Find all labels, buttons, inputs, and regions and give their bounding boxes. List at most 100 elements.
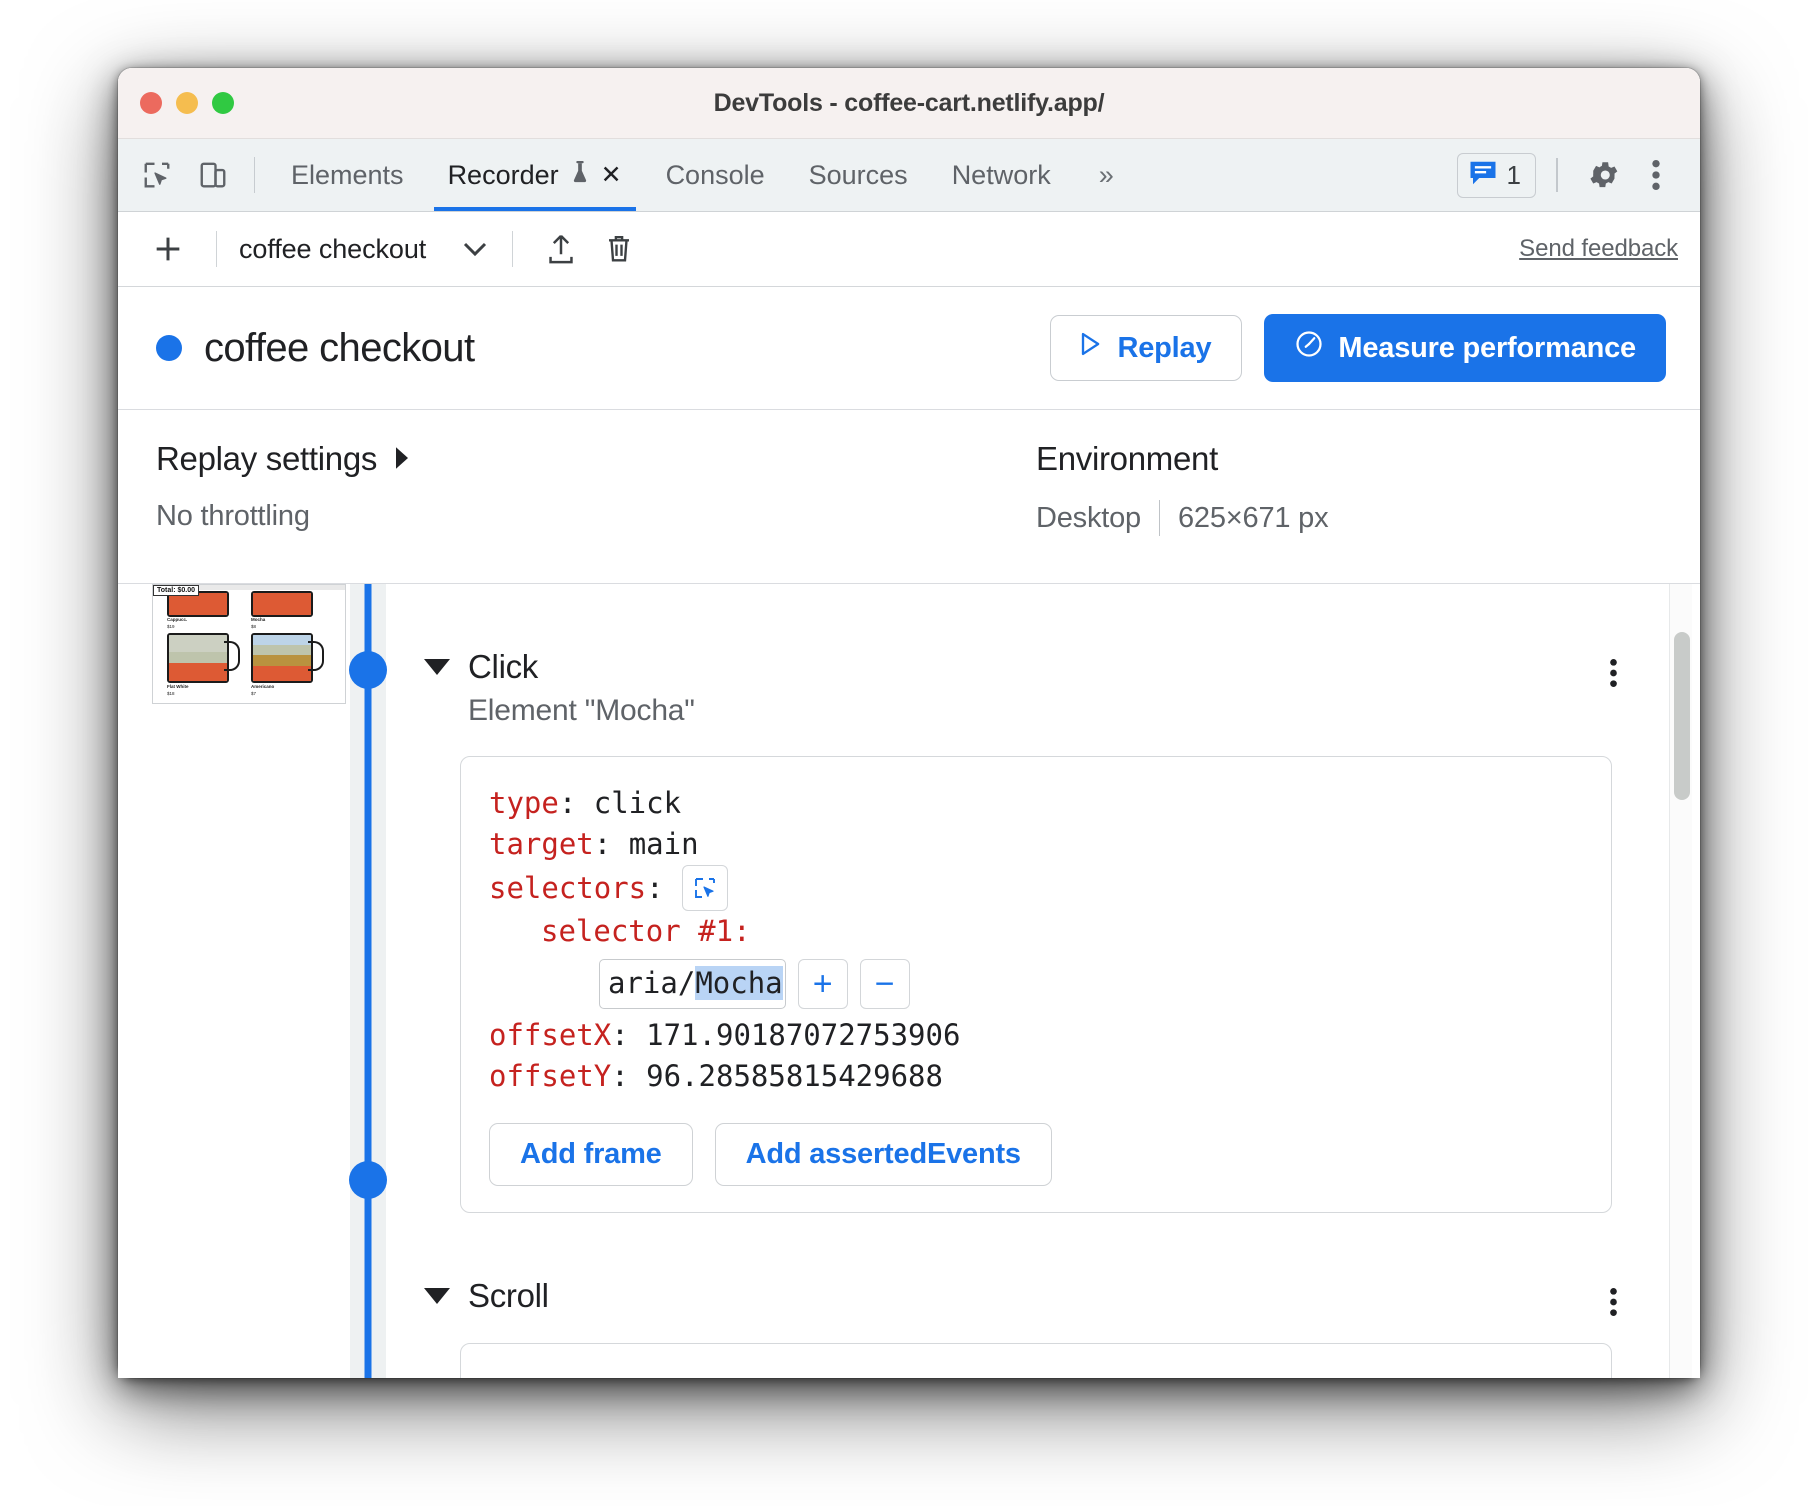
- field-target: target: main: [489, 824, 1581, 865]
- replay-button[interactable]: Replay: [1050, 315, 1243, 381]
- timeline-line: [364, 584, 372, 1378]
- measure-performance-button[interactable]: Measure performance: [1264, 314, 1666, 382]
- add-selector-button[interactable]: +: [797, 958, 848, 1009]
- timeline-node-click[interactable]: [349, 651, 387, 689]
- panel-tabs: Elements Recorder ✕ Console Sources Netw…: [269, 139, 1140, 211]
- total-badge: Total: $0.00: [153, 585, 199, 596]
- devtools-tool-buttons: [134, 139, 248, 211]
- recording-header: coffee checkout Replay Measure performan…: [118, 287, 1700, 410]
- flask-icon: [569, 159, 591, 192]
- recording-actions: Replay Measure performance: [1050, 314, 1666, 382]
- step-details-card: type: click target: main selectors: sele…: [460, 756, 1612, 1213]
- recording-selector-label[interactable]: coffee checkout: [239, 234, 426, 265]
- add-frame-button[interactable]: Add frame: [489, 1122, 693, 1186]
- field-selector-index: selector #1:: [541, 911, 1581, 952]
- step-screenshot-thumbnail[interactable]: Cappucc. $19 Mocha $8 Flat White $18 Ame…: [152, 584, 346, 704]
- toolbar-divider: [1556, 158, 1558, 192]
- field-offsety: offsetY: 96.28585815429688: [489, 1056, 1581, 1097]
- recorder-toolbar: coffee checkout Send feedback: [118, 212, 1700, 287]
- trash-icon[interactable]: [593, 223, 645, 275]
- tab-recorder[interactable]: Recorder ✕: [426, 139, 644, 211]
- field-value[interactable]: main: [629, 824, 699, 865]
- chevron-down-icon[interactable]: [460, 238, 490, 260]
- gear-icon[interactable]: [1578, 149, 1630, 201]
- steps-list: Click Element "Mocha" type: click target…: [386, 584, 1700, 1378]
- field-type: type: click: [489, 783, 1581, 824]
- environment-label: Environment: [1036, 440, 1218, 477]
- selector-index-label: selector #1: [541, 914, 734, 949]
- add-asserted-events-button[interactable]: Add assertedEvents: [714, 1122, 1052, 1186]
- toolbar-divider: [512, 231, 514, 267]
- toolbar-divider: [216, 231, 217, 267]
- kebab-menu-icon[interactable]: [1592, 652, 1634, 694]
- inspect-element-icon[interactable]: [134, 152, 180, 198]
- message-icon: [1468, 159, 1498, 192]
- field-offsetx: offsetX: 171.90187072753906: [489, 1015, 1581, 1056]
- chevron-down-icon[interactable]: [424, 1287, 450, 1304]
- field-key: offsetY: [489, 1058, 612, 1093]
- tab-label: Network: [951, 159, 1051, 190]
- environment-values: Desktop 625×671 px: [1036, 500, 1660, 536]
- field-value[interactable]: 96.28585815429688: [646, 1056, 943, 1097]
- create-recording-button[interactable]: [142, 223, 194, 275]
- tab-sources[interactable]: Sources: [787, 139, 930, 211]
- environment-device: Desktop: [1036, 501, 1141, 534]
- tab-network[interactable]: Network: [930, 139, 1073, 211]
- throttling-value: No throttling: [156, 500, 310, 532]
- environment-viewport: 625×671 px: [1178, 501, 1329, 534]
- recording-title-group: coffee checkout: [156, 325, 475, 371]
- selector-value-input[interactable]: aria/Mocha: [599, 958, 786, 1009]
- settings-row: Replay settings No throttling Environmen…: [118, 410, 1700, 584]
- select-element-icon[interactable]: [681, 865, 728, 912]
- field-key: target: [489, 827, 594, 862]
- selector-highlighted-text: Mocha: [695, 965, 783, 1000]
- tab-label: Console: [665, 159, 765, 190]
- field-key: selectors: [489, 870, 647, 905]
- step-add-buttons: Add frame Add assertedEvents: [489, 1122, 1581, 1186]
- recording-status-dot: [156, 335, 182, 361]
- remove-selector-button[interactable]: −: [859, 958, 910, 1009]
- kebab-menu-icon[interactable]: [1630, 149, 1682, 201]
- tab-label: Recorder: [447, 159, 559, 190]
- field-key: offsetX: [489, 1017, 612, 1052]
- play-triangle-icon: [1077, 330, 1103, 366]
- send-feedback-link[interactable]: Send feedback: [1519, 235, 1678, 263]
- step-header[interactable]: Scroll: [424, 1277, 1652, 1315]
- toolbar-divider: [254, 157, 255, 193]
- close-icon[interactable]: ✕: [601, 162, 622, 188]
- measure-performance-label: Measure performance: [1338, 331, 1636, 364]
- window-titlebar: DevTools - coffee-cart.netlify.app/: [118, 68, 1700, 139]
- steps-scrollbar-thumb[interactable]: [1674, 632, 1690, 800]
- selector-prefix: aria/: [608, 965, 696, 1000]
- step-details-card: [460, 1342, 1612, 1378]
- device-toolbar-icon[interactable]: [190, 152, 236, 198]
- steps-timeline-rail: [349, 584, 387, 1378]
- coffee-cart-preview: Cappucc. $19 Mocha $8 Flat White $18 Ame…: [153, 585, 345, 703]
- tab-elements[interactable]: Elements: [269, 139, 426, 211]
- speedometer-icon: [1294, 329, 1324, 367]
- field-value[interactable]: 171.90187072753906: [646, 1015, 960, 1056]
- kebab-menu-icon[interactable]: [1592, 1281, 1634, 1323]
- chevron-down-icon[interactable]: [424, 659, 450, 675]
- recording-title: coffee checkout: [204, 325, 475, 370]
- replay-button-label: Replay: [1117, 331, 1212, 364]
- field-selectors: selectors:: [489, 865, 1581, 912]
- more-tabs-icon[interactable]: »: [1073, 139, 1140, 211]
- export-upload-icon[interactable]: [535, 223, 587, 275]
- step-title: Scroll: [468, 1276, 549, 1314]
- tab-console[interactable]: Console: [644, 139, 787, 211]
- replay-settings-toggle[interactable]: Replay settings: [156, 440, 1036, 478]
- replay-settings-column: Replay settings No throttling: [156, 440, 1036, 583]
- messages-badge[interactable]: 1: [1456, 152, 1536, 198]
- devtools-window: DevTools - coffee-cart.netlify.app/ Elem…: [118, 68, 1700, 1378]
- field-value[interactable]: click: [594, 783, 681, 824]
- chevron-right-icon: [393, 440, 411, 478]
- devtools-tabstrip: Elements Recorder ✕ Console Sources Netw…: [118, 139, 1700, 212]
- step-header[interactable]: Click: [424, 648, 1652, 686]
- steps-scrollbar[interactable]: [1669, 584, 1692, 1378]
- environment-column: Environment Desktop 625×671 px: [1036, 440, 1660, 583]
- step-click: Click Element "Mocha" type: click target…: [424, 648, 1652, 1213]
- timeline-node-scroll[interactable]: [349, 1161, 387, 1199]
- window-title: DevTools - coffee-cart.netlify.app/: [713, 88, 1105, 117]
- step-screenshots-column: Cappucc. $19 Mocha $8 Flat White $18 Ame…: [118, 584, 350, 1378]
